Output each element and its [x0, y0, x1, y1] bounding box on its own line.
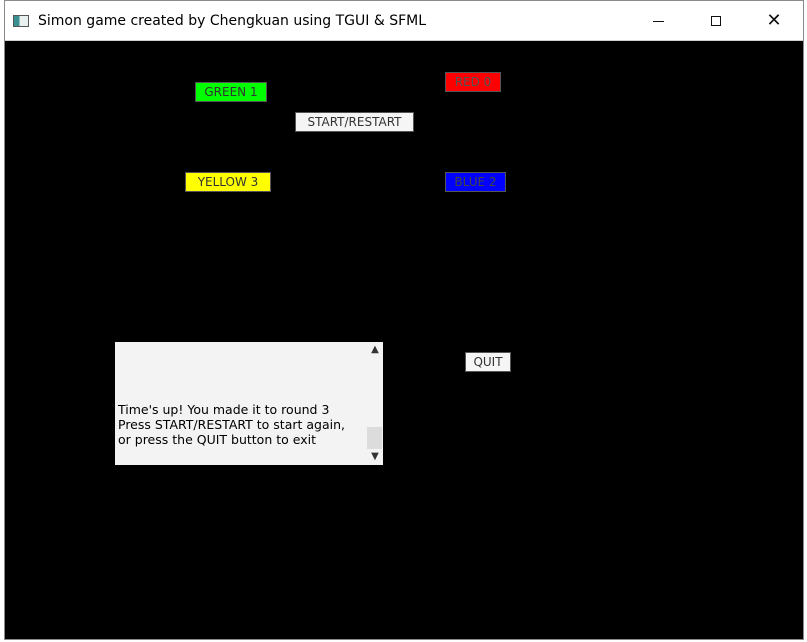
chatbox-scrollbar[interactable]: ▲ ▼ [367, 342, 383, 465]
window-title: Simon game created by Chengkuan using TG… [38, 13, 427, 29]
message-chatbox[interactable]: Time's up! You made it to round 3 Press … [115, 342, 383, 465]
app-window: Simon game created by Chengkuan using TG… [4, 0, 804, 640]
scroll-up-icon[interactable]: ▲ [367, 343, 383, 357]
scroll-down-icon[interactable]: ▼ [367, 450, 383, 464]
maximize-button[interactable] [687, 1, 745, 41]
close-icon: ✕ [766, 10, 782, 31]
chatbox-line: Press START/RESTART to start again, [118, 417, 345, 432]
minimize-button[interactable] [629, 1, 687, 41]
title-bar[interactable]: Simon game created by Chengkuan using TG… [5, 1, 803, 41]
close-button[interactable]: ✕ [745, 1, 803, 41]
green-button[interactable]: GREEN 1 [195, 82, 267, 102]
scroll-thumb[interactable] [367, 427, 382, 449]
minimize-icon [652, 20, 664, 22]
yellow-button[interactable]: YELLOW 3 [185, 172, 271, 192]
chatbox-line: Time's up! You made it to round 3 [118, 402, 330, 417]
game-canvas: GREEN 1 RED 0 START/RESTART YELLOW 3 BLU… [5, 41, 803, 639]
maximize-icon [711, 16, 721, 26]
red-button[interactable]: RED 0 [445, 72, 501, 92]
chatbox-text: Time's up! You made it to round 3 Press … [118, 402, 363, 447]
blue-button[interactable]: BLUE 2 [445, 172, 506, 192]
app-window-icon [13, 15, 29, 27]
quit-button[interactable]: QUIT [465, 352, 511, 372]
start-restart-button[interactable]: START/RESTART [295, 112, 414, 132]
chatbox-line: or press the QUIT button to exit [118, 432, 316, 447]
